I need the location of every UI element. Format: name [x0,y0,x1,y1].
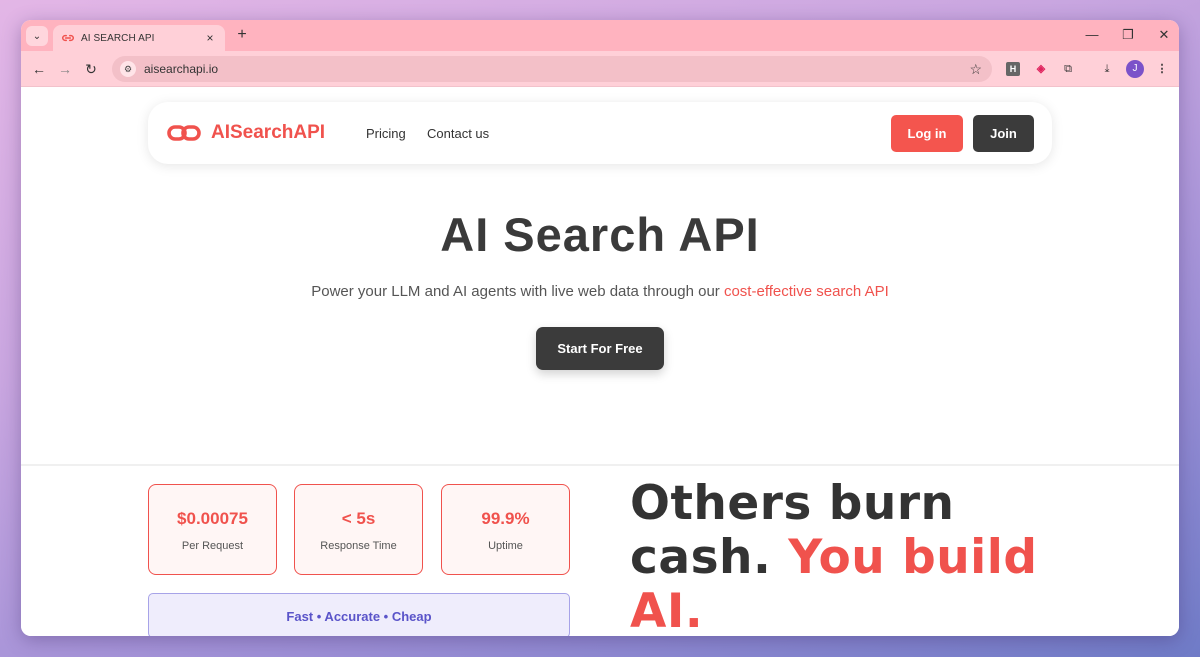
reload-icon[interactable]: ↻ [81,59,101,79]
stat-card: 99.9% Uptime [441,484,570,575]
tab-close-icon[interactable]: × [203,31,217,45]
brand-name: AISearchAPI [211,122,326,143]
tab-search-chevron-icon[interactable]: ⌄ [26,26,48,46]
back-arrow-icon[interactable]: ← [29,59,49,79]
stat-label: Response Time [320,540,397,552]
minimize-icon[interactable]: — [1085,26,1099,44]
stat-value: 99.9% [481,509,530,528]
hero-title: AI Search API [440,208,760,261]
web-page: AISearchAPI Pricing Contact us Log in Jo… [21,87,1179,636]
tagline-box: Fast • Accurate • Cheap [148,593,570,636]
hero-subtitle-text: Power your LLM and AI agents with live w… [311,283,724,300]
nav-contact-link[interactable]: Contact us [427,126,489,141]
slogan-heading: Others burn cash. You build AI. [630,477,1080,637]
chain-link-icon [167,125,201,141]
download-icon[interactable]: ⤓ [1098,60,1116,78]
tab-strip: ⌄ AI SEARCH API × + — ❐ ✕ [21,20,1179,51]
shield-extension-icon[interactable]: ◈ [1032,60,1050,78]
login-button[interactable]: Log in [891,115,963,152]
new-tab-button[interactable]: + [233,26,251,44]
bookmark-star-icon[interactable]: ☆ [969,61,982,78]
tab-active[interactable]: AI SEARCH API × [53,25,225,51]
stat-label: Uptime [488,540,523,552]
browser-window: ⌄ AI SEARCH API × + — ❐ ✕ ← → ↻ ⚙ aisear… [21,20,1179,636]
menu-kebab-icon[interactable]: ⋮ [1153,60,1171,78]
stat-card: $0.00075 Per Request [148,484,277,575]
url-text[interactable]: aisearchapi.io [144,62,969,76]
address-bar[interactable]: ⚙ aisearchapi.io ☆ [112,56,992,82]
tagline-text: Fast • Accurate • Cheap [286,609,432,624]
hero-subtitle: Power your LLM and AI agents with live w… [21,283,1179,300]
stat-value: < 5s [341,509,376,528]
browser-toolbar: ← → ↻ ⚙ aisearchapi.io ☆ H ◈ ⧉ ⤓ J ⋮ [21,51,1179,87]
restore-icon[interactable]: ❐ [1121,26,1135,44]
profile-avatar[interactable]: J [1126,60,1144,78]
extensions-puzzle-icon[interactable]: ⧉ [1059,60,1077,78]
tab-title: AI SEARCH API [81,32,155,44]
nav-pricing-link[interactable]: Pricing [366,126,406,141]
stat-label: Per Request [181,540,244,552]
window-controls: — ❐ ✕ [1085,26,1171,44]
stat-value: $0.00075 [177,509,248,528]
join-button[interactable]: Join [973,115,1034,152]
site-navbar: AISearchAPI Pricing Contact us Log in Jo… [148,102,1052,164]
forward-arrow-icon[interactable]: → [55,59,75,79]
stat-card: < 5s Response Time [294,484,423,575]
site-info-icon[interactable]: ⚙ [120,61,136,77]
extension-h-icon[interactable]: H [1006,62,1020,76]
start-for-free-button[interactable]: Start For Free [536,327,664,370]
section-divider [21,464,1179,466]
close-window-icon[interactable]: ✕ [1157,26,1171,44]
brand-logo[interactable]: AISearchAPI [167,121,325,145]
hero-subtitle-accent: cost-effective search API [723,283,889,300]
link-favicon-icon [62,34,74,42]
